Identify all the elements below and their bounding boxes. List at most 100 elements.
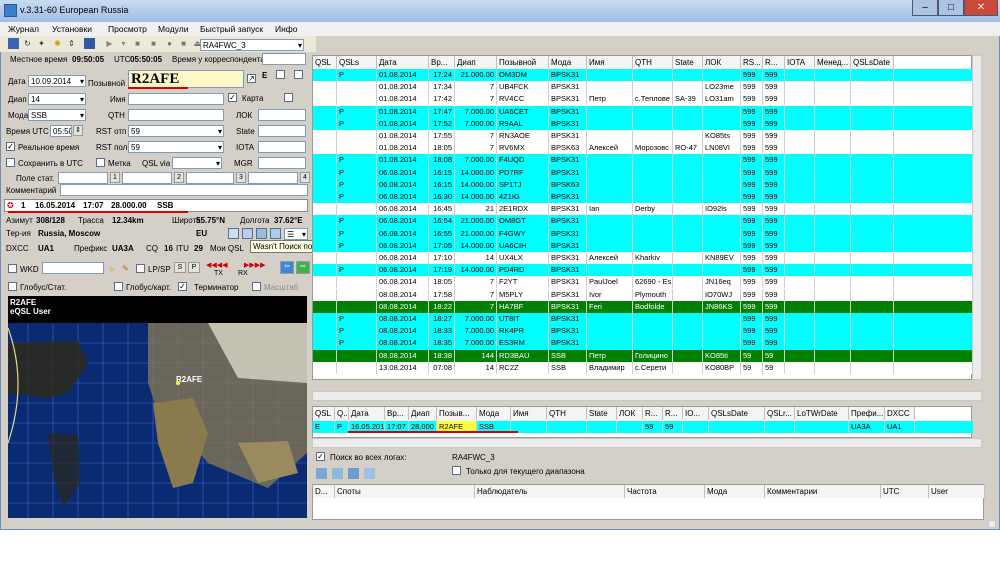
p-button[interactable]: P (188, 262, 200, 273)
qsl-icon-1[interactable] (228, 228, 239, 239)
qso-column-header[interactable]: Диап (409, 407, 437, 420)
spots-column-header[interactable]: Мода (705, 485, 765, 498)
menu-journal[interactable]: Журнал (8, 24, 39, 34)
spots-tool-icon-3[interactable] (348, 468, 359, 479)
qso-column-header[interactable]: QTH (547, 407, 587, 420)
stat-field-3[interactable] (186, 172, 234, 184)
table-row[interactable]: P 01.08.2014 17:24 21.000.00 OM3DM BPSK31 599 5… (313, 69, 973, 82)
extra-checkbox[interactable] (294, 70, 303, 79)
table-row[interactable]: P 06.08.2014 16:15 14.000.00 PD7RF BPSK31 599 5… (313, 166, 973, 179)
spots-column-header[interactable]: D... (313, 485, 335, 498)
wkd-checkbox[interactable] (8, 264, 17, 273)
stop-icon[interactable]: ■ (132, 38, 143, 49)
close-button[interactable]: ✕ (964, 0, 998, 16)
wkd-field[interactable] (42, 262, 104, 274)
log-column-header[interactable]: QSLs (337, 56, 377, 69)
qsl-icon-4[interactable] (270, 228, 281, 239)
lpsp-checkbox[interactable] (136, 264, 145, 273)
menu-quick-launch[interactable]: Быстрый запуск (200, 24, 263, 34)
pause-icon[interactable]: ■ (148, 38, 159, 49)
refresh-icon[interactable]: ↻ (22, 38, 33, 49)
dropdown-arrow-icon[interactable]: ▾ (118, 38, 129, 49)
table-row[interactable]: 01.08.2014 17:55 7 RN3AOE BPSK31 KO85ts 599 599 (313, 130, 973, 143)
log-column-header[interactable]: Менед... (815, 56, 851, 69)
terminator-checkbox[interactable]: ✓ (178, 282, 187, 291)
loc-field[interactable] (258, 109, 306, 121)
log-column-header[interactable]: Мода (549, 56, 587, 69)
stat-button-1[interactable]: 1 (110, 172, 120, 183)
date-field[interactable]: 10.09.2014 (28, 75, 86, 87)
table-row[interactable]: P 01.08.2014 17:47 7.000.00 UA6CET BPSK31 599 5… (313, 105, 973, 118)
table-row[interactable]: 01.08.2014 18:05 7 RV6MX BPSK63 Алексей Морозо… (313, 142, 973, 155)
name-field[interactable] (128, 93, 224, 105)
station-select[interactable]: RA4FWC_3 (200, 39, 304, 51)
table-row[interactable]: P 06.08.2014 16:30 14.000.00 4Z1IG BPSK31 599 5… (313, 191, 973, 204)
log-hscroll[interactable] (312, 391, 982, 401)
table-row[interactable]: 06.08.2014 17:10 14 UX4LX BPSK31 Алексей Khark… (313, 252, 973, 265)
spots-tool-icon-1[interactable] (316, 468, 327, 479)
arrow-icon[interactable]: ⇕ (66, 38, 77, 49)
qsl-icon-3[interactable] (256, 228, 267, 239)
mgr-field[interactable] (258, 157, 306, 169)
band-only-checkbox[interactable] (452, 466, 461, 475)
state-field[interactable] (258, 125, 306, 137)
sun-icon[interactable]: ✺ (52, 38, 63, 49)
save-icon[interactable] (8, 38, 19, 49)
table-row[interactable]: 06.08.2014 16:45 21 2E1RDX BPSK31 Ian Derby IO9… (313, 203, 973, 216)
log-column-header[interactable]: ЛОК (703, 56, 741, 69)
correspondent-time-field[interactable] (262, 53, 306, 65)
table-row[interactable]: P 08.08.2014 18:27 7.000.00 UT8IT BPSK31 599 59… (313, 313, 973, 326)
spots-tool-icon-4[interactable] (364, 468, 375, 479)
stat-field-2[interactable] (122, 172, 172, 184)
rst-rcvd-select[interactable]: 59 (128, 141, 224, 153)
card-extra-checkbox[interactable] (284, 93, 293, 102)
table-row[interactable]: P 06.08.2014 16:55 21.000.00 F4GWY BPSK31 599 5… (313, 227, 973, 240)
table-row[interactable]: P 06.08.2014 17:05 14.000.00 UA6CIH BPSK31 599… (313, 239, 973, 252)
qso-column-header[interactable]: State (587, 407, 617, 420)
table-row[interactable]: 08.08.2014 17:58 7 M5PLY BPSK31 Ivor Plymouth I… (313, 288, 973, 301)
menu-view[interactable]: Просмотр (108, 24, 147, 34)
log-column-header[interactable]: Дата (377, 56, 429, 69)
table-row[interactable]: P 01.08.2014 18:08 7.000.00 F4UQD BPSK31 599 59… (313, 154, 973, 167)
qso-column-header[interactable]: ЛОК (617, 407, 643, 420)
log-column-header[interactable]: Вр... (429, 56, 455, 69)
table-row[interactable]: P 06.08.2014 17:19 14.000.00 PD4RD BPSK31 599 5… (313, 264, 973, 277)
search-all-checkbox[interactable]: ✓ (316, 452, 325, 461)
maximize-button[interactable]: □ (938, 0, 964, 16)
log-column-header[interactable]: RS... (741, 56, 763, 69)
log-column-header[interactable]: QSLsDate (851, 56, 894, 69)
qso-column-header[interactable]: Префи... (849, 407, 885, 420)
qso-column-header[interactable]: R... (663, 407, 683, 420)
table-row[interactable]: P 08.08.2014 18:35 7.000.00 ES3RM BPSK31 599 59… (313, 337, 973, 350)
qso-column-header[interactable]: Вр... (385, 407, 409, 420)
scale-checkbox[interactable] (252, 282, 261, 291)
qso-hscroll[interactable] (312, 438, 982, 448)
record-icon[interactable]: ● (164, 38, 175, 49)
spots-tool-icon-2[interactable] (332, 468, 343, 479)
play-icon[interactable]: ▶ (104, 38, 115, 49)
table-row[interactable]: P 06.08.2014 16:54 21.000.00 OM8GT BPSK31 599 5… (313, 215, 973, 228)
log-column-header[interactable]: IOTA (785, 56, 815, 69)
qso-column-header[interactable]: Дата (349, 407, 385, 420)
e-checkbox[interactable] (276, 70, 285, 79)
forward-icon[interactable]: ▶▶▶▶ (244, 261, 266, 269)
qso-column-header[interactable]: Позыв... (437, 407, 477, 420)
qso-column-header[interactable]: QSL (313, 407, 335, 420)
stop-square-icon[interactable]: ■ (178, 38, 189, 49)
brush-icon[interactable]: ✎ (120, 263, 131, 274)
arrow-right-icon[interactable]: ⇨ (296, 261, 310, 274)
card-checkbox[interactable]: ✓ (228, 93, 237, 102)
qsl-menu-button[interactable]: ☰ (284, 228, 308, 240)
globus-stat-checkbox[interactable] (8, 282, 17, 291)
callsign-field[interactable]: R2AFE (128, 70, 244, 88)
disk-icon[interactable] (84, 38, 95, 49)
resize-grip[interactable] (988, 520, 996, 528)
spots-column-header[interactable]: Споты (335, 485, 475, 498)
stat-field-4[interactable] (248, 172, 298, 184)
world-map[interactable]: R2AFE (8, 323, 307, 518)
log-column-header[interactable]: Имя (587, 56, 633, 69)
menu-settings[interactable]: Установки (52, 24, 92, 34)
spots-column-header[interactable]: Комментарии (765, 485, 881, 498)
log-column-header[interactable]: QTH (633, 56, 673, 69)
globus-map-checkbox[interactable] (114, 282, 123, 291)
